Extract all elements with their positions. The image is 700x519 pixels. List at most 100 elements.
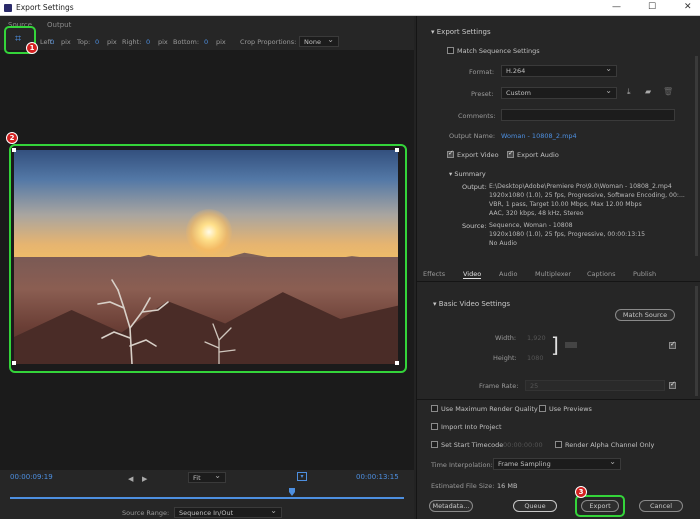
height-value[interactable]: 1080 [527,354,544,362]
tab-multiplexer[interactable]: Multiplexer [535,270,571,278]
export-button[interactable]: Export [581,500,619,512]
crop-right-value[interactable]: 0 [146,38,150,46]
match-sequence-label: Match Sequence Settings [457,47,540,55]
import-project-checkbox[interactable] [431,423,438,430]
crop-proportions-select[interactable]: None [299,35,339,47]
output-name-link[interactable]: Woman - 10808_2.mp4 [501,132,577,140]
summary-output-line: 1920x1080 (1.0), 25 fps, Progressive, So… [489,192,685,199]
render-alpha-label: Render Alpha Channel Only [565,441,655,449]
scrollbar[interactable] [695,56,698,256]
window-title: Export Settings [16,3,74,12]
frame-rate-select[interactable]: 25 [525,380,665,391]
match-source-button[interactable]: Match Source [615,309,675,321]
export-settings-panel: ▾ Export Settings Match Sequence Setting… [416,16,700,519]
crop-handle[interactable] [395,361,399,365]
source-range-label: Source Range: [122,509,170,517]
summary-output-line: VBR, 1 pass, Target 10.00 Mbps, Max 12.0… [489,201,642,208]
export-settings-title: Export Settings [436,28,491,36]
comments-label: Comments: [458,112,496,120]
basic-video-heading[interactable]: ▾ Basic Video Settings [433,300,510,308]
tab-output[interactable]: Output [47,21,71,29]
source-range-select[interactable]: Sequence In/Out [174,506,282,518]
use-previews-checkbox[interactable] [539,405,546,412]
chain-icon[interactable] [565,342,577,348]
scrollbar[interactable] [695,286,698,396]
summary-heading[interactable]: ▾ Summary [449,170,486,178]
queue-button[interactable]: Queue [513,500,557,512]
summary-source-line: 1920x1080 (1.0), 25 fps, Progressive, 00… [489,231,646,238]
crop-top-label: Top: [77,38,91,46]
delete-preset-icon[interactable]: 🗑 [663,87,673,96]
step-forward-icon[interactable]: ▶ [142,475,147,483]
match-sequence-checkbox[interactable] [447,47,454,54]
comments-input[interactable] [501,109,675,121]
crop-unit: pix [61,38,71,46]
step-badge-2: 2 [6,132,18,144]
tab-audio[interactable]: Audio [499,270,517,278]
max-render-checkbox[interactable] [431,405,438,412]
crop-unit: pix [158,38,168,46]
timeline-bar[interactable] [10,497,404,499]
start-timecode-value[interactable]: 00:00:00:00 [503,441,543,449]
zoom-fit-select[interactable]: Fit [188,471,226,483]
crop-right-label: Right: [122,38,142,46]
width-label: Width: [495,334,517,342]
export-video-checkbox[interactable] [447,149,454,158]
time-interpolation-select[interactable]: Frame Sampling [493,457,621,470]
use-previews-label: Use Previews [549,405,592,413]
duration-timecode: 00:00:13:15 [356,473,399,481]
width-height-checkbox[interactable] [669,340,676,349]
render-alpha-checkbox[interactable] [555,441,562,448]
width-value[interactable]: 1,920 [527,334,546,342]
import-preset-icon[interactable]: ▰ [645,87,651,96]
start-timecode-label: Set Start Timecode [441,441,504,449]
height-label: Height: [493,354,517,362]
divider [417,281,700,282]
tab-publish[interactable]: Publish [633,270,656,278]
preset-select[interactable]: Custom [501,86,617,99]
link-bracket: ] [551,333,559,357]
export-video-label: Export Video [457,151,499,159]
step-back-icon[interactable]: ◀ [128,475,133,483]
crop-handle[interactable] [395,148,399,152]
output-name-label: Output Name: [449,132,496,140]
crop-left-value[interactable]: 0 [50,38,54,46]
crop-unit: pix [107,38,117,46]
crop-handle[interactable] [12,361,16,365]
export-settings-heading[interactable]: ▾ Export Settings [431,28,491,36]
preset-label: Preset: [471,90,494,98]
crop-bottom-value[interactable]: 0 [204,38,208,46]
save-preset-icon[interactable]: ⤓ [627,87,631,97]
tab-effects[interactable]: Effects [423,270,445,278]
time-interpolation-label: Time Interpolation: [431,461,493,469]
set-in-point-icon[interactable]: ▾ [297,472,307,481]
tab-video[interactable]: Video [463,270,482,279]
summary-source-label: Source: [462,222,487,230]
crop-bottom-label: Bottom: [173,38,200,46]
cancel-button[interactable]: Cancel [639,500,683,512]
close-button[interactable]: ✕ [684,2,692,12]
format-select[interactable]: H.264 [501,64,617,77]
file-size-value: 16 MB [497,482,518,490]
summary-output-label: Output: [462,183,487,191]
start-timecode-checkbox[interactable] [431,441,438,448]
minimize-button[interactable]: — [612,2,621,12]
maximize-button[interactable]: ☐ [648,2,656,12]
crop-selection-box[interactable] [9,144,407,373]
crop-icon: ⌗ [15,32,22,45]
frame-rate-checkbox[interactable] [669,380,676,389]
export-audio-checkbox[interactable] [507,149,514,158]
metadata-button[interactable]: Metadata... [429,500,473,512]
summary-output-line: E:\Desktop\Adobe\Premiere Pro\9.0\Woman … [489,183,672,190]
import-project-label: Import Into Project [441,423,502,431]
current-timecode[interactable]: 00:00:09:19 [10,473,53,481]
tab-captions[interactable]: Captions [587,270,616,278]
crop-unit: pix [216,38,226,46]
playhead[interactable] [289,488,295,496]
crop-handle[interactable] [12,148,16,152]
crop-top-value[interactable]: 0 [95,38,99,46]
app-icon [4,4,12,12]
file-size-label: Estimated File Size: [431,482,495,490]
export-audio-label: Export Audio [517,151,559,159]
basic-video-title: Basic Video Settings [438,300,511,308]
